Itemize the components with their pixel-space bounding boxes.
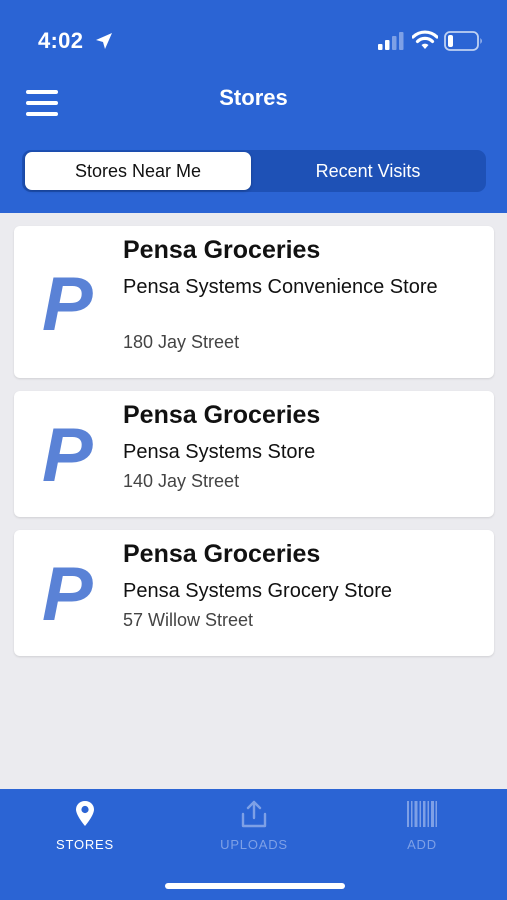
store-chain-name: Pensa Groceries: [123, 236, 321, 264]
status-time: 4:02: [38, 28, 84, 53]
store-filter-segmented-control: Stores Near Me Recent Visits: [22, 150, 486, 192]
store-logo: P: [42, 413, 93, 498]
tab-uploads[interactable]: UPLOADS: [184, 799, 324, 852]
store-address: 180 Jay Street: [123, 332, 240, 352]
store-card[interactable]: P Pensa Groceries Pensa Systems Grocery …: [14, 530, 494, 656]
battery-icon: [444, 31, 482, 51]
home-indicator[interactable]: [165, 883, 345, 889]
store-address: 140 Jay Street: [123, 471, 240, 491]
store-chain-name: Pensa Groceries: [123, 540, 321, 568]
store-chain-name: Pensa Groceries: [123, 401, 321, 429]
store-logo: P: [42, 262, 93, 347]
tab-add[interactable]: ADD: [352, 799, 492, 852]
wifi-icon: [412, 30, 438, 49]
tab-stores-near-me[interactable]: Stores Near Me: [25, 152, 251, 190]
barcode-icon: [407, 801, 437, 827]
page-title: Stores: [219, 85, 288, 110]
app-header: 4:02 Stores Stores Near Me Recent Visits: [0, 0, 507, 213]
store-card[interactable]: P Pensa Groceries Pensa Systems Convenie…: [14, 226, 494, 378]
status-bar: 4:02: [0, 0, 507, 80]
store-list: P Pensa Groceries Pensa Systems Convenie…: [14, 226, 494, 669]
bottom-tab-bar: STORES UPLOADS ADD: [0, 789, 507, 900]
tab-label: UPLOADS: [220, 837, 288, 852]
store-name: Pensa Systems Grocery Store: [123, 580, 392, 602]
store-name: Pensa Systems Store: [123, 441, 316, 463]
tab-label: ADD: [407, 837, 437, 852]
store-name: Pensa Systems Convenience Store: [123, 276, 438, 298]
tab-stores[interactable]: STORES: [15, 799, 155, 852]
upload-icon: [241, 800, 267, 828]
tab-label: STORES: [55, 837, 115, 852]
tab-recent-visits[interactable]: Recent Visits: [254, 152, 482, 190]
store-card[interactable]: P Pensa Groceries Pensa Systems Store 14…: [14, 391, 494, 517]
store-logo: P: [42, 552, 93, 637]
store-address: 57 Willow Street: [123, 610, 254, 630]
map-pin-icon: [76, 801, 94, 826]
cellular-signal-icon: [378, 32, 404, 50]
location-arrow-icon: [96, 33, 112, 49]
